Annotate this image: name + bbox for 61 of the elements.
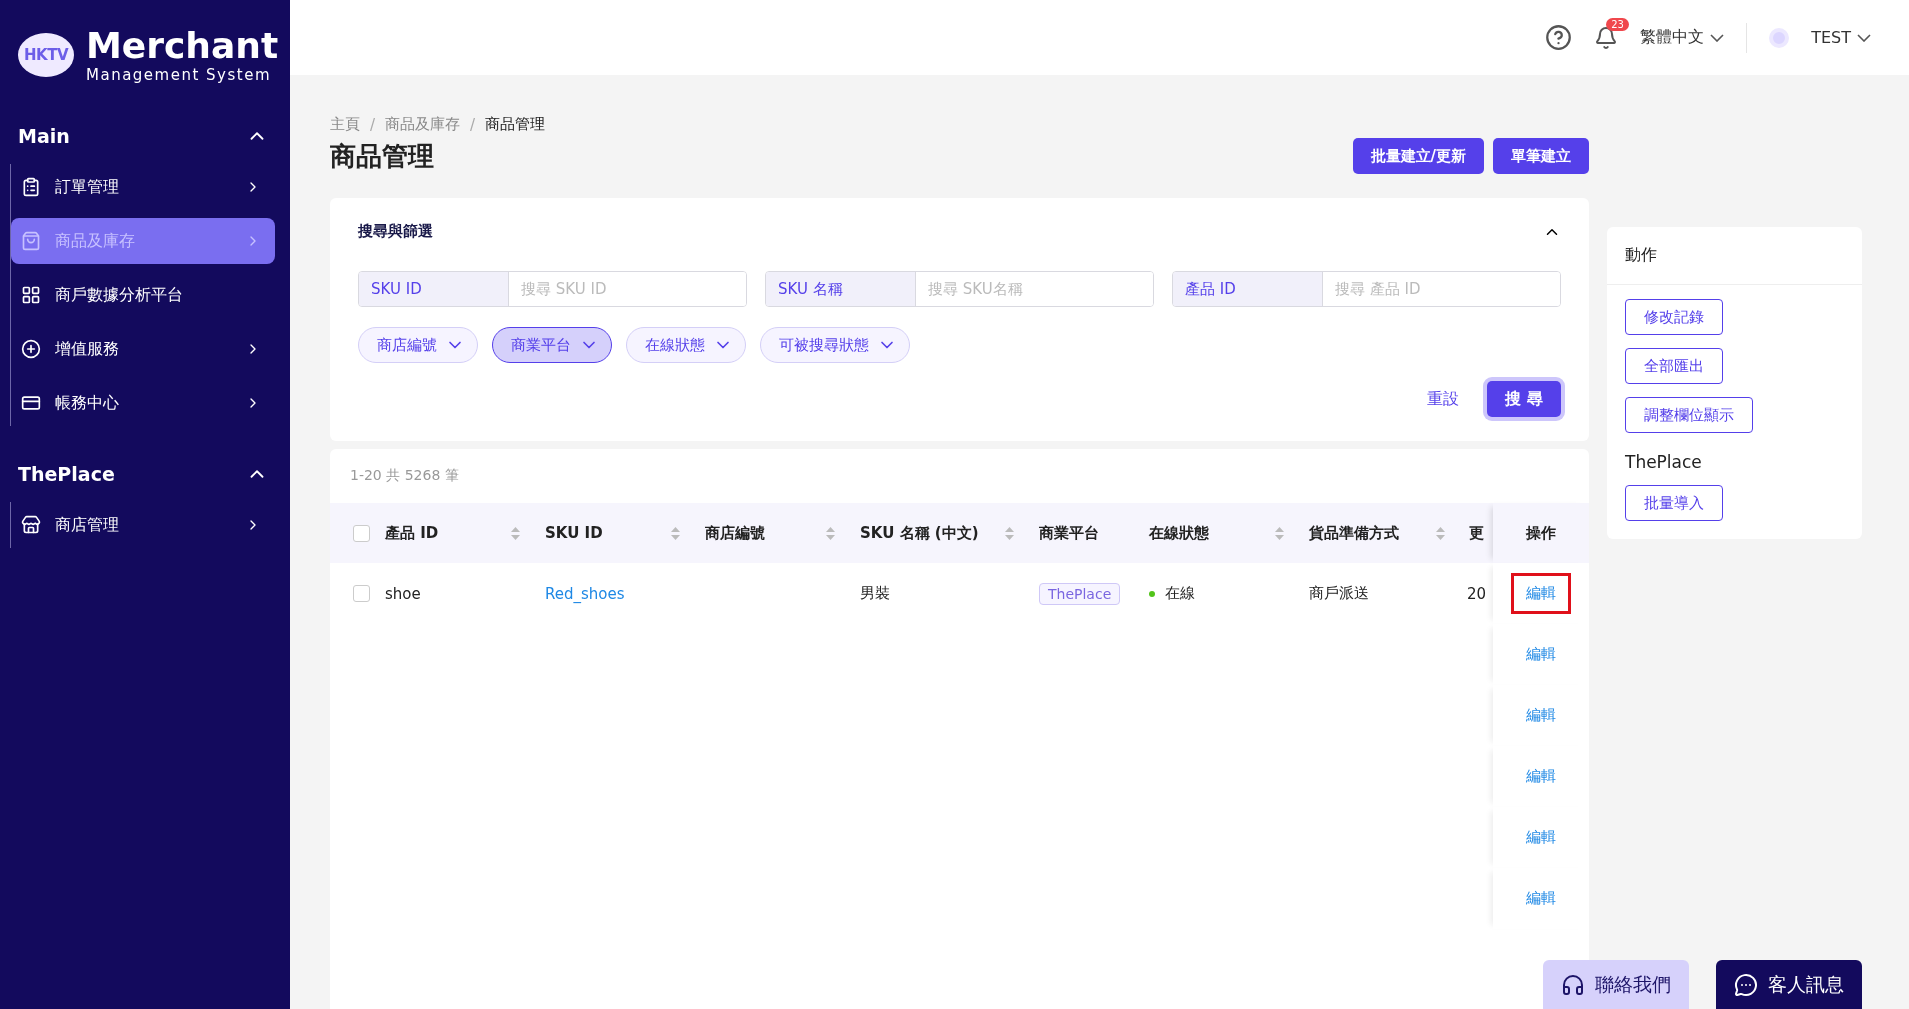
sidebar-item[interactable]: 訂單管理: [11, 164, 275, 210]
primary-button[interactable]: 單筆建立: [1493, 138, 1589, 174]
edit-link[interactable]: 編輯: [1511, 878, 1571, 919]
breadcrumb-item[interactable]: 主頁: [330, 115, 360, 134]
breadcrumb-item[interactable]: 商品及庫存: [385, 115, 461, 134]
column-header: 貨品準備方式: [1309, 523, 1399, 543]
column-header: 商業平台: [1039, 523, 1099, 543]
breadcrumb-separator: /: [370, 115, 376, 134]
column-header: SKU ID: [545, 524, 603, 542]
table-cell: 男裝: [860, 584, 890, 603]
edit-link[interactable]: 編輯: [1511, 756, 1571, 797]
reset-button[interactable]: 重設: [1421, 387, 1466, 411]
outline-button[interactable]: 全部匯出: [1625, 348, 1723, 384]
user-menu[interactable]: TEST: [1811, 28, 1871, 47]
column-header: 產品 ID: [385, 523, 439, 543]
logo-title: Merchant: [86, 26, 279, 66]
edit-link[interactable]: 編輯: [1511, 573, 1571, 614]
filter-dropdown[interactable]: 在線狀態: [626, 327, 746, 363]
notification-count: 23: [1606, 17, 1629, 31]
sidebar-item[interactable]: 商店管理: [11, 502, 275, 548]
filter-dropdown[interactable]: 可被搜尋狀態: [760, 327, 910, 363]
table-cell: 在線: [1165, 584, 1195, 603]
table-cell: shoe: [385, 584, 421, 603]
column-header: 商店編號: [705, 523, 765, 543]
search-field[interactable]: SKU ID 搜尋 SKU ID: [358, 271, 747, 307]
primary-button[interactable]: 批量建立/更新: [1352, 138, 1484, 174]
breadcrumb-separator: /: [470, 115, 476, 134]
search-field[interactable]: SKU 名稱 搜尋 SKU名稱: [765, 271, 1154, 307]
sidebar-section-title: ThePlace: [18, 463, 115, 485]
result-count: 1-20 共 5268 筆: [349, 466, 460, 485]
table-cell: 20: [1467, 584, 1487, 603]
column-header: 在線狀態: [1149, 523, 1209, 543]
column-header: 更: [1469, 523, 1484, 543]
sidebar-item[interactable]: 帳務中心: [11, 380, 275, 426]
filter-dropdown[interactable]: 商店編號: [358, 327, 478, 363]
filter-title: 搜尋與篩選: [358, 222, 433, 241]
contact-button[interactable]: 聯絡我們: [1543, 960, 1689, 1009]
edit-link[interactable]: 編輯: [1511, 634, 1571, 675]
platform-tag: ThePlace: [1039, 582, 1121, 605]
language-select[interactable]: 繁體中文: [1640, 27, 1725, 48]
sidebar-section-title: Main: [18, 125, 70, 147]
panel-section-title: ThePlace: [1625, 452, 1702, 472]
edit-link[interactable]: 編輯: [1511, 695, 1571, 736]
filter-dropdown[interactable]: 商業平台: [492, 327, 612, 363]
table-cell: 商戶派送: [1309, 584, 1369, 603]
outline-button[interactable]: 調整欄位顯示: [1625, 397, 1753, 433]
column-header: 操作: [1493, 503, 1589, 563]
outline-button[interactable]: 修改記錄: [1625, 299, 1723, 335]
breadcrumb-item: 商品管理: [485, 115, 546, 134]
column-header: SKU 名稱 (中文): [860, 523, 979, 543]
sidebar-item[interactable]: 商戶數據分析平台: [11, 272, 275, 318]
chat-button[interactable]: 客人訊息: [1716, 960, 1862, 1009]
panel-title: 動作: [1607, 227, 1862, 285]
sidebar-item[interactable]: 增值服務: [11, 326, 275, 372]
edit-link[interactable]: 編輯: [1511, 817, 1571, 858]
page-title: 商品管理: [330, 140, 434, 173]
sku-link[interactable]: Red_shoes: [545, 584, 625, 603]
search-field[interactable]: 產品 ID 搜尋 產品 ID: [1172, 271, 1561, 307]
logo-subtitle: Management System: [86, 66, 272, 84]
outline-button[interactable]: 批量導入: [1625, 485, 1723, 521]
logo-badge: HKTV: [18, 33, 74, 77]
